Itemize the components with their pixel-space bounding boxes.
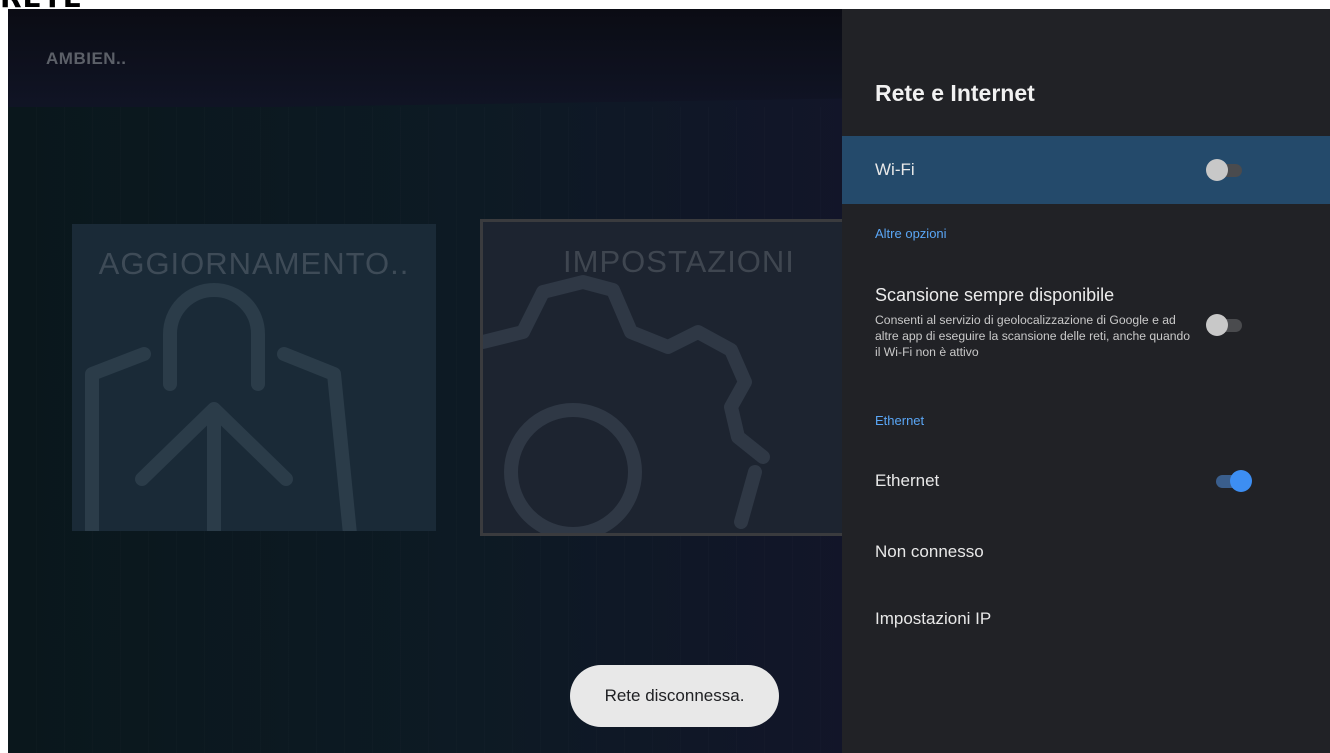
ethernet-toggle-knob: [1230, 470, 1252, 492]
wifi-toggle[interactable]: [1206, 159, 1246, 181]
panel-title: Rete e Internet: [875, 80, 1035, 106]
scan-title: Scansione sempre disponibile: [875, 285, 1115, 305]
launcher-title: AMBIEN..: [46, 49, 127, 68]
gear-icon: [483, 275, 770, 533]
toast-message: Rete disconnessa.: [570, 665, 779, 727]
ethernet-toggle[interactable]: [1212, 470, 1252, 492]
tile-settings[interactable]: IMPOSTAZIONI: [480, 219, 850, 536]
tile-update[interactable]: AGGIORNAMENTO..: [72, 224, 436, 531]
update-icon: [85, 283, 357, 531]
ip-settings-label: Impostazioni IP: [875, 609, 992, 628]
wifi-label: Wi-Fi: [875, 160, 915, 179]
wifi-row[interactable]: Wi-Fi: [842, 136, 1330, 204]
scan-toggle-knob: [1206, 314, 1228, 336]
section-header-more-options: Altre opzioni: [875, 226, 947, 241]
scan-toggle[interactable]: [1206, 314, 1246, 336]
tv-screen: AMBIEN.. AGGIORNAMENTO.. IMPOSTAZIONI Re…: [8, 9, 1330, 753]
ethernet-status-row[interactable]: Non connesso: [842, 542, 1330, 562]
ethernet-row[interactable]: Ethernet: [842, 470, 1330, 493]
scan-description: Consenti al servizio di geolocalizzazion…: [875, 313, 1191, 359]
ethernet-status-label: Non connesso: [875, 542, 984, 561]
scan-always-available-row[interactable]: Scansione sempre disponibile Consenti al…: [842, 285, 1330, 360]
wifi-toggle-knob: [1206, 159, 1228, 181]
section-header-ethernet: Ethernet: [875, 413, 925, 428]
ip-settings-row[interactable]: Impostazioni IP: [842, 609, 1330, 629]
ethernet-label: Ethernet: [875, 471, 940, 490]
network-settings-panel: Rete e Internet Wi-Fi Altre opzioni Scan…: [842, 9, 1330, 753]
